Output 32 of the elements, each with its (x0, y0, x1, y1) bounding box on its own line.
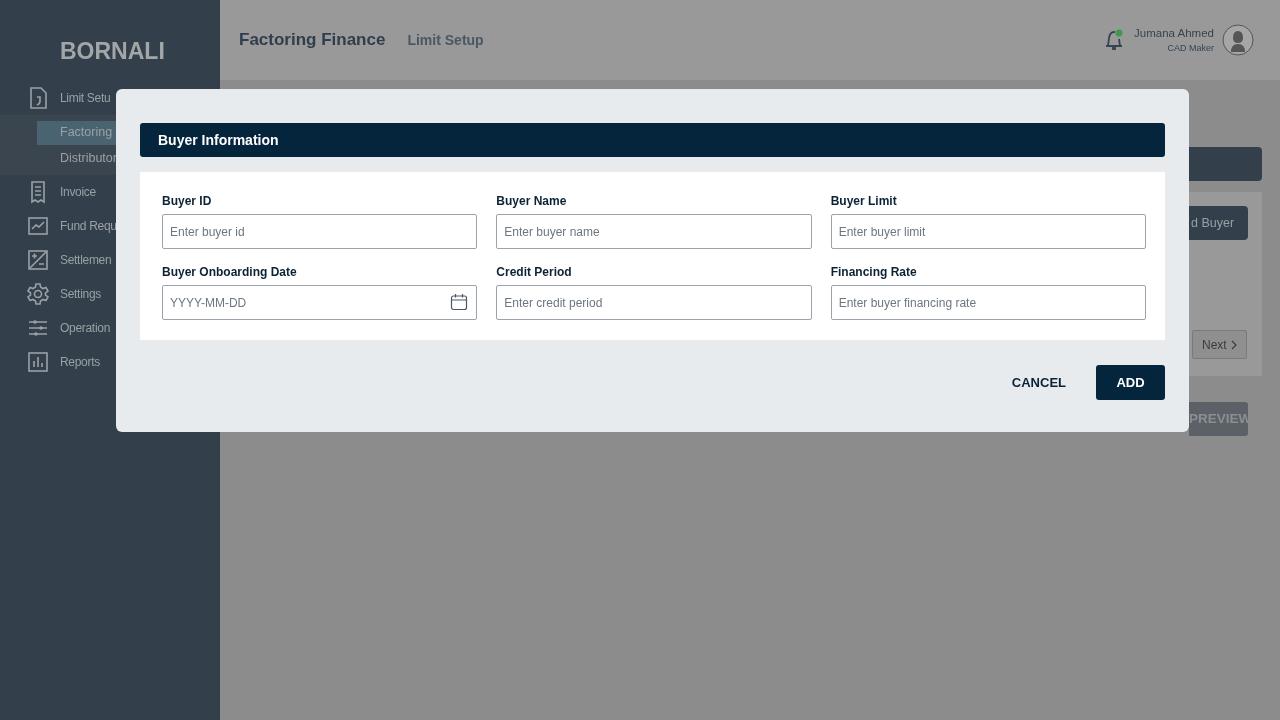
input-field[interactable]: Enter buyer financing rate (830, 285, 1146, 320)
field-label: Buyer ID (162, 193, 213, 210)
field-label: Financing Rate (830, 264, 918, 281)
input-field[interactable]: Enter buyer name (496, 214, 812, 249)
bar-chart-icon (26, 349, 50, 374)
brand-logo: BORNALI (59, 37, 166, 66)
next-button[interactable]: Next (1192, 330, 1247, 359)
plus-minus-icon (26, 247, 50, 272)
add-buyer-button[interactable]: d Buyer (1189, 206, 1248, 240)
field-label: Buyer Limit (830, 193, 898, 210)
page-title: Factoring Finance (239, 29, 386, 52)
input-field[interactable]: Enter credit period (496, 285, 812, 320)
avatar-icon[interactable] (1222, 24, 1254, 56)
add-button[interactable]: ADD (1096, 365, 1165, 400)
sidebar-item[interactable]: Limit Setu (0, 80, 220, 115)
settings-icon (26, 281, 50, 306)
calendar-icon[interactable] (450, 293, 469, 311)
page-subtitle: Limit Setup (407, 30, 484, 50)
user-name: Jumana Ahmed (1134, 25, 1214, 41)
modal-title: Buyer Information (140, 123, 1165, 157)
field-label: Credit Period (496, 264, 573, 281)
input-field[interactable]: Enter buyer limit (830, 214, 1146, 249)
user-role: CAD Maker (1166, 41, 1214, 55)
input-field[interactable]: Enter buyer id (162, 214, 478, 249)
field-label: Buyer Onboarding Date (162, 264, 298, 281)
sidebar-subitem[interactable]: Distributor (37, 146, 117, 171)
sidebar-subitem[interactable]: Factoring (37, 120, 117, 145)
chevron-right-icon (1230, 339, 1237, 350)
cancel-button[interactable]: CANCEL (1001, 365, 1076, 400)
field-label: Buyer Name (496, 193, 568, 210)
date-field[interactable]: YYYY-MM-DD (162, 285, 478, 320)
sidebar-item[interactable]: Reports (0, 344, 220, 379)
